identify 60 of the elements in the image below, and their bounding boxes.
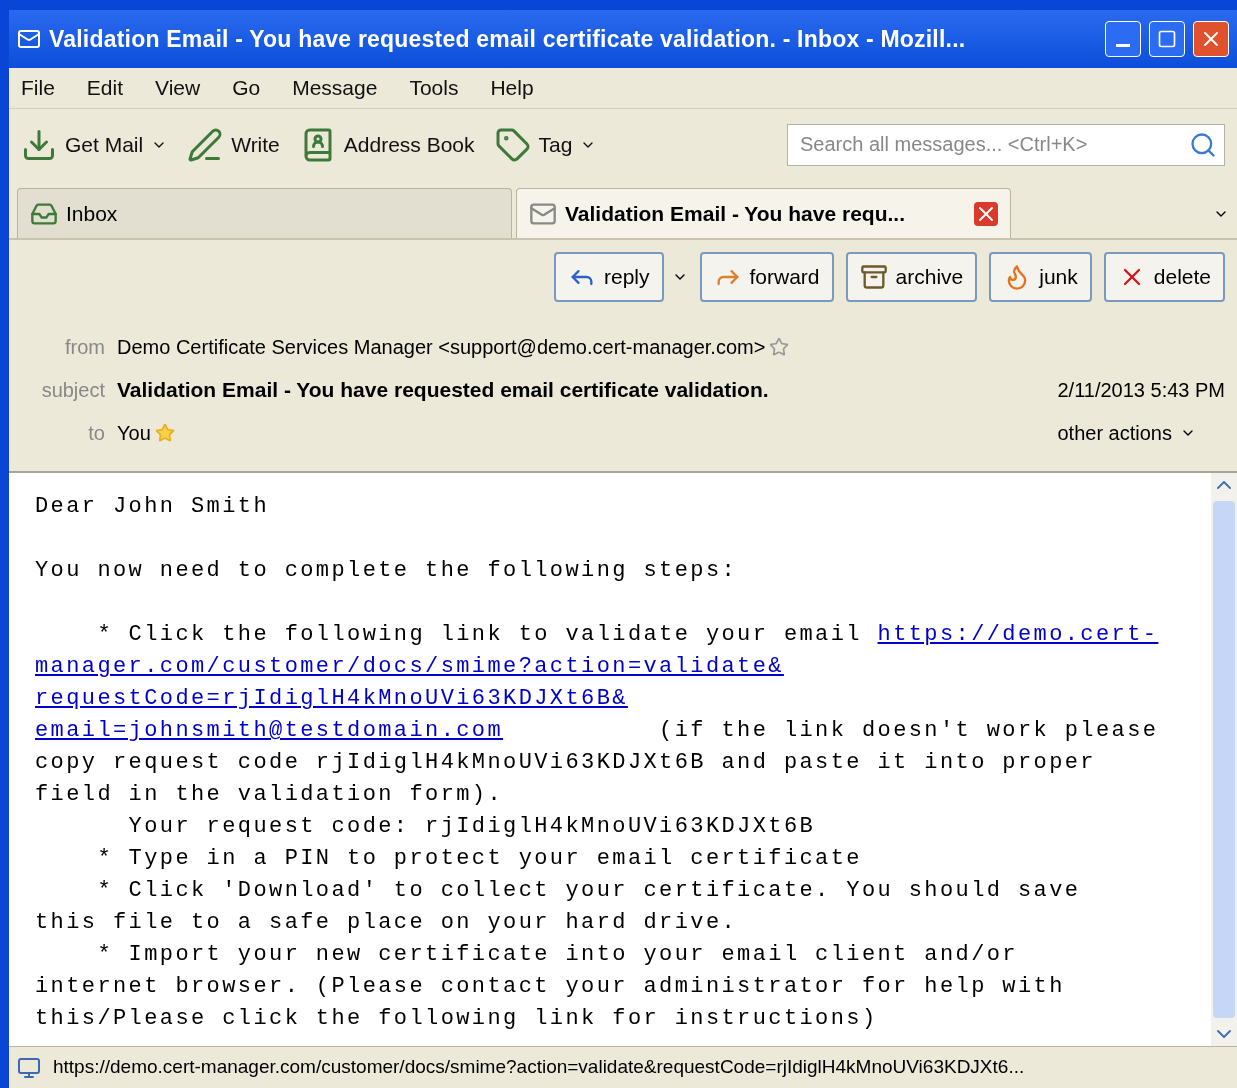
- recipient-name: You: [117, 420, 151, 446]
- status-text: https://demo.cert-manager.com/customer/docs/smime?action=validate&requestCode=rjIdiglH4kMnoUVi63KDJXt6...: [53, 1055, 1025, 1080]
- body-text: this/Please click the following link for instructions): [35, 1006, 878, 1031]
- body-text: field in the validation form).: [35, 782, 504, 807]
- search-icon: [1189, 130, 1217, 159]
- action-button[interactable]: archive: [845, 252, 978, 302]
- menu-item[interactable]: File: [21, 72, 55, 104]
- link[interactable]: email=johnsmith@testdomain.com: [35, 718, 504, 743]
- toolbar-button[interactable]: Get Mail: [21, 126, 168, 163]
- from-label: from: [64, 335, 105, 360]
- window-title: Validation Email - You have requested email certificate validation. - Inbox - Mozill...: [49, 24, 967, 54]
- pencil-icon: [187, 126, 224, 163]
- link[interactable]: requestCode=rjIdiglH4kMnoUVi63KDJXt6B&: [35, 686, 628, 711]
- minimize-icon: [1116, 43, 1130, 47]
- star-icon[interactable]: [154, 422, 175, 443]
- action-button[interactable]: junk: [989, 252, 1092, 302]
- body-text: You now need to complete the following steps:: [35, 558, 738, 583]
- menu-item[interactable]: Tools: [409, 72, 459, 104]
- sender-address: Demo Certificate Services Manager <support@demo.cert-manager.com>: [117, 335, 766, 360]
- body-text: Dear John Smith: [35, 494, 270, 519]
- menu-item[interactable]: Help: [490, 72, 534, 104]
- maximize-button[interactable]: [1149, 21, 1185, 57]
- menu-item[interactable]: Message: [292, 72, 378, 104]
- search-field[interactable]: Search all messages... <Ctrl+K>: [787, 123, 1225, 166]
- link[interactable]: manager.com/customer/docs/smime?action=validate&: [35, 654, 784, 679]
- archive-box-icon: [859, 263, 888, 291]
- tab[interactable]: Validation Email - You have requ...: [516, 188, 1011, 238]
- toolbar-button[interactable]: Write: [187, 126, 280, 163]
- toolbar-button[interactable]: Address Book: [299, 126, 475, 163]
- body-text: Your request code: rjIdiglH4kMnoUVi63KDJXt6B: [127, 814, 816, 839]
- action-button[interactable]: reply: [554, 252, 664, 302]
- action-button[interactable]: delete: [1103, 252, 1225, 302]
- body-text: * Click 'Download' to collect your certificate. You should save: [96, 878, 1081, 903]
- close-button[interactable]: [1193, 21, 1229, 57]
- body-text: * Type in a PIN to protect your email certificate: [96, 846, 862, 871]
- date-text: 2/11/2013 5:43 PM: [1057, 377, 1225, 403]
- to-label: to: [87, 420, 105, 446]
- body-text: this file to a safe place on your hard drive.: [35, 910, 738, 935]
- menu-item[interactable]: Edit: [86, 72, 124, 104]
- menu-item[interactable]: Go: [232, 72, 261, 104]
- minimize-button[interactable]: [1105, 21, 1141, 57]
- subject-text: Validation Email - You have requested email certificate validation.: [117, 377, 770, 403]
- maximize-icon: [1157, 29, 1177, 49]
- body-text: (if the link doesn't work please: [658, 718, 1159, 743]
- link[interactable]: https://demo.cert-: [877, 622, 1159, 647]
- body-text: * Import your new certificate into your email client and/or: [96, 942, 1018, 967]
- tab[interactable]: Inbox: [17, 188, 512, 238]
- toolbar-button[interactable]: Tag: [494, 126, 597, 163]
- other-actions-button[interactable]: other actions: [1057, 417, 1225, 448]
- scrollbar[interactable]: [1211, 473, 1237, 1046]
- subject-label: subject: [40, 377, 105, 403]
- close-tab-icon[interactable]: [974, 201, 998, 226]
- tag-icon: [494, 126, 531, 163]
- app-icon: [17, 27, 41, 51]
- action-button[interactable]: forward: [699, 252, 834, 302]
- star-icon[interactable]: [769, 337, 790, 357]
- menu-item[interactable]: View: [155, 72, 201, 104]
- body-text: internet browser. (Please contact your administrator for help with: [35, 974, 1065, 999]
- body-text: * Click the following link to validate your email: [96, 622, 863, 647]
- body-text: copy request code rjIdiglH4kMnoUVi63KDJXt6B and paste it into proper: [35, 750, 1096, 775]
